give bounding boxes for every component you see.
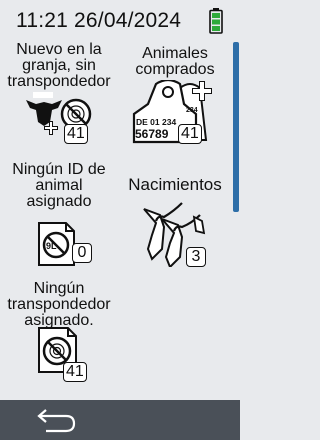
tile-label: Nuevo en la granja, sin transpondedor [7,41,111,90]
tag-text: 9L [46,241,57,251]
count-badge: 3 [186,247,206,267]
count-badge: 0 [72,243,92,263]
time: 11:21 [16,9,68,32]
tile-no-animal-id-assigned[interactable]: Ningún ID de animal asignado 9L 0 [0,159,118,269]
tile-label: Ningún ID de animal asignado [12,161,106,210]
tile-grid: Nuevo en la granja, sin transpondedor 41… [0,42,232,398]
scroll-thumb[interactable] [233,42,239,212]
back-arrow-icon[interactable] [30,405,80,435]
bottom-bar [0,400,240,440]
back-tag-number: 234 [186,107,198,114]
count-badge: 41 [64,124,88,144]
clock: 11:21 26/04/2024 [16,9,181,33]
tile-new-on-farm-no-transponder[interactable]: Nuevo en la granja, sin transpondedor 41 [0,42,118,157]
tile-label: Animales comprados [135,45,215,78]
date: 26/04/2024 [74,9,182,32]
tile-purchased-animals[interactable]: Animales comprados DE 01 234 56789 234 4… [118,42,232,157]
tag-country-code: DE 01 234 [136,117,176,127]
tile-no-transponder-assigned[interactable]: Ningún transpondedor asignado. 41 [0,278,118,396]
scrollbar[interactable] [233,42,239,398]
count-badge: 41 [178,124,202,144]
status-bar: 11:21 26/04/2024 [0,0,240,42]
tile-births[interactable]: Nacimientos 3 [118,159,232,269]
battery-full-icon [209,8,223,34]
count-badge: 41 [63,362,87,382]
tag-number: 56789 [135,127,169,141]
tile-label: Nacimientos [128,175,222,194]
tile-label: Ningún transpondedor asignado. [7,280,111,329]
